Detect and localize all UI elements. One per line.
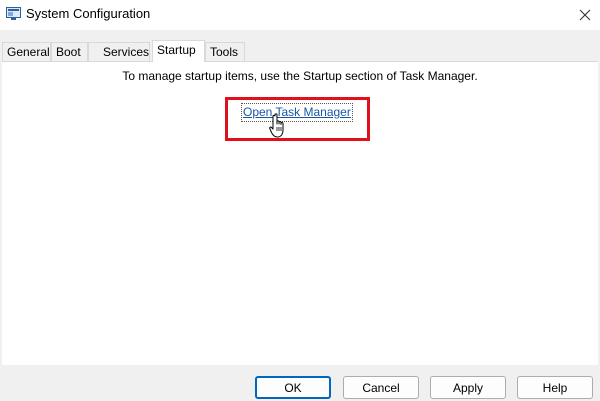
dialog-button-bar: OK Cancel Apply Help xyxy=(0,365,600,401)
tab-general[interactable]: General xyxy=(2,42,51,61)
ok-button[interactable]: OK xyxy=(255,376,331,399)
tab-strip: General Boot Services Startup Tools xyxy=(0,40,600,62)
cancel-button[interactable]: Cancel xyxy=(343,376,419,399)
tab-boot[interactable]: Boot xyxy=(51,42,88,61)
help-button[interactable]: Help xyxy=(517,376,593,399)
tab-services[interactable]: Services xyxy=(88,42,150,61)
msconfig-app-icon xyxy=(6,7,21,20)
close-button[interactable] xyxy=(570,0,600,30)
startup-info-text: To manage startup items, use the Startup… xyxy=(122,69,478,83)
open-task-manager-link[interactable]: Open Task Manager xyxy=(241,103,353,122)
close-icon xyxy=(579,9,591,21)
apply-button[interactable]: Apply xyxy=(430,376,506,399)
window-title: System Configuration xyxy=(26,6,151,21)
tab-tools[interactable]: Tools xyxy=(205,42,245,61)
hand-cursor-icon xyxy=(269,113,284,138)
title-bar[interactable]: System Configuration xyxy=(0,0,600,30)
startup-tab-panel: To manage startup items, use the Startup… xyxy=(2,61,598,365)
tab-startup[interactable]: Startup xyxy=(152,40,205,62)
system-configuration-window: System Configuration General Boot Servic… xyxy=(0,0,600,401)
